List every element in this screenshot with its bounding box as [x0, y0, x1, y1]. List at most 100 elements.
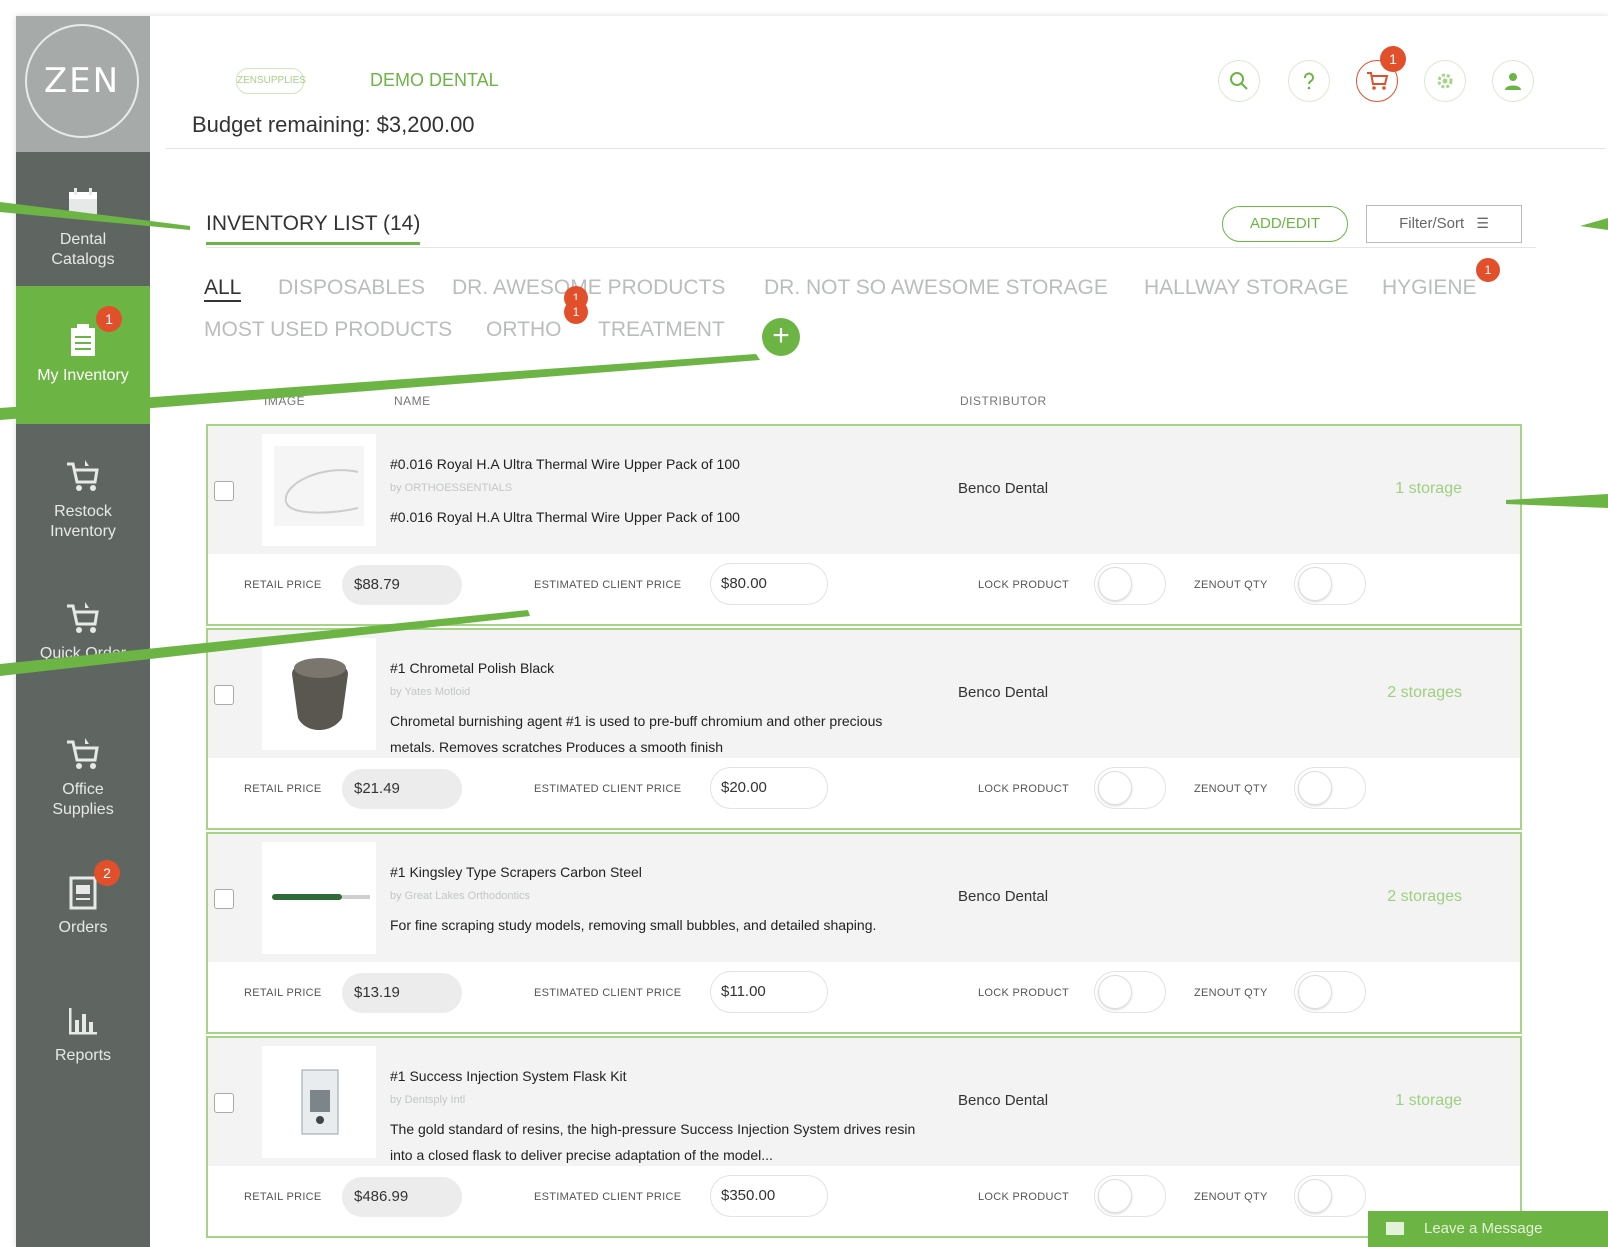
leave-message-label: Leave a Message [1424, 1220, 1543, 1237]
product-distributor: Benco Dental [958, 480, 1049, 497]
tab-all[interactable]: ALL [204, 276, 242, 302]
product-name[interactable]: #1 Chrometal Polish Black [390, 660, 554, 676]
sidebar-item-dental-catalogs[interactable]: Dental Catalogs [16, 184, 150, 270]
tab-hallway-storage[interactable]: HALLWAY STORAGE [1144, 276, 1348, 300]
sidebar-item-my-inventory[interactable]: My Inventory 1 [16, 286, 150, 424]
zenout-qty-toggle[interactable] [1294, 1175, 1366, 1217]
tab-disposables[interactable]: DISPOSABLES [278, 276, 425, 300]
toggle-knob [1098, 567, 1132, 601]
retail-price-value: $486.99 [342, 1177, 462, 1217]
zenout-qty-toggle[interactable] [1294, 971, 1366, 1013]
estimated-client-price-label: ESTIMATED CLIENT PRICE [534, 783, 682, 795]
practice-name[interactable]: DEMO DENTAL [370, 70, 499, 91]
cart-icon [67, 602, 99, 633]
help-icon[interactable] [1288, 60, 1330, 102]
sidebar-item-restock-inventory[interactable]: Restock Inventory [16, 456, 150, 542]
zenout-qty-label: ZENOUT QTY [1194, 783, 1268, 795]
tab-dr-not-so-awesome-storage[interactable]: DR. NOT SO AWESOME STORAGE [764, 276, 1108, 300]
zenout-qty-label: ZENOUT QTY [1194, 987, 1268, 999]
cart-count-badge: 1 [1380, 46, 1406, 72]
search-icon[interactable] [1218, 60, 1260, 102]
retail-price-label: RETAIL PRICE [244, 579, 322, 591]
bar-chart-icon [69, 1008, 97, 1035]
zenout-qty-label: ZENOUT QTY [1194, 1191, 1268, 1203]
lock-product-toggle[interactable] [1094, 971, 1166, 1013]
product-distributor: Benco Dental [958, 684, 1049, 701]
mail-icon [1386, 1222, 1404, 1235]
retail-price-value: $13.19 [342, 973, 462, 1013]
toggle-knob [1098, 771, 1132, 805]
tab-dr-awesome-products[interactable]: DR. AWESOME PRODUCTS [452, 276, 725, 300]
leave-message-button[interactable]: Leave a Message [1368, 1211, 1608, 1247]
lock-product-label: LOCK PRODUCT [978, 783, 1069, 795]
filter-sort-button[interactable]: Filter/Sort ☰ [1366, 205, 1522, 243]
user-icon[interactable] [1492, 60, 1534, 102]
sidebar-label: Supplies [52, 801, 114, 818]
column-header-distributor: DISTRIBUTOR [960, 394, 1047, 408]
client-price-input[interactable]: $20.00 [710, 767, 828, 809]
tab-badge: 1 [564, 300, 588, 324]
sidebar-item-office-supplies[interactable]: Office Supplies [16, 734, 150, 820]
product-description: #0.016 Royal H.A Ultra Thermal Wire Uppe… [390, 509, 740, 525]
row-checkbox[interactable] [214, 1093, 234, 1113]
lock-product-toggle[interactable] [1094, 767, 1166, 809]
logo-area[interactable]: ZEN [16, 16, 150, 152]
client-price-input[interactable]: $350.00 [710, 1175, 828, 1217]
toggle-knob [1098, 1179, 1132, 1213]
lock-product-label: LOCK PRODUCT [978, 987, 1069, 999]
tab-hygiene[interactable]: HYGIENE [1382, 276, 1477, 300]
product-row: #1 Kingsley Type Scrapers Carbon Steel b… [206, 832, 1522, 1034]
calendar-icon [69, 188, 97, 216]
retail-price-label: RETAIL PRICE [244, 1191, 322, 1203]
lock-product-label: LOCK PRODUCT [978, 579, 1069, 591]
client-price-input[interactable]: $80.00 [710, 563, 828, 605]
row-checkbox[interactable] [214, 685, 234, 705]
product-description: Chrometal burnishing agent #1 is used to… [390, 713, 883, 755]
storage-link[interactable]: 2 storages [1387, 888, 1462, 906]
product-image [262, 638, 376, 750]
client-price-input[interactable]: $11.00 [710, 971, 828, 1013]
product-row: #0.016 Royal H.A Ultra Thermal Wire Uppe… [206, 424, 1522, 626]
product-row: #1 Chrometal Polish Black by Yates Motlo… [206, 628, 1522, 830]
add-edit-button[interactable]: ADD/EDIT [1222, 206, 1348, 242]
budget-remaining: Budget remaining: $3,200.00 [192, 112, 475, 137]
product-manufacturer: by ORTHOESSENTIALS [390, 482, 513, 494]
product-row: #1 Success Injection System Flask Kit by… [206, 1036, 1522, 1238]
brand-logo: ZENSUPPLIES [236, 68, 306, 94]
estimated-client-price-label: ESTIMATED CLIENT PRICE [534, 579, 682, 591]
sidebar-label: Quick Order [39, 645, 127, 662]
column-header-name: NAME [394, 394, 431, 408]
lock-product-toggle[interactable] [1094, 563, 1166, 605]
zenout-qty-toggle[interactable] [1294, 563, 1366, 605]
product-description: The gold standard of resins, the high-pr… [390, 1121, 916, 1163]
zenout-qty-toggle[interactable] [1294, 767, 1366, 809]
tab-badge: 1 [1476, 258, 1500, 282]
storage-link[interactable]: 2 storages [1387, 684, 1462, 702]
add-category-button[interactable]: + [762, 318, 800, 356]
tab-treatment[interactable]: TREATMENT [598, 318, 725, 342]
sidebar-label: Orders [58, 919, 108, 936]
product-image [262, 1046, 376, 1158]
product-name[interactable]: #1 Success Injection System Flask Kit [390, 1068, 627, 1084]
product-name[interactable]: #1 Kingsley Type Scrapers Carbon Steel [390, 864, 642, 880]
column-header-image: IMAGE [264, 394, 306, 408]
storage-link[interactable]: 1 storage [1395, 480, 1462, 498]
product-distributor: Benco Dental [958, 1092, 1049, 1109]
settings-icon[interactable] [1424, 60, 1466, 102]
lock-product-label: LOCK PRODUCT [978, 1191, 1069, 1203]
tab-ortho[interactable]: ORTHO [486, 318, 561, 342]
sidebar-item-quick-order[interactable]: Quick Order [16, 598, 150, 664]
product-name[interactable]: #0.016 Royal H.A Ultra Thermal Wire Uppe… [390, 456, 740, 472]
row-checkbox[interactable] [214, 889, 234, 909]
filter-sort-label: Filter/Sort [1399, 215, 1465, 232]
notification-badge: 1 [96, 306, 122, 332]
storage-link[interactable]: 1 storage [1395, 1092, 1462, 1110]
sidebar-item-reports[interactable]: Reports [16, 1000, 150, 1066]
sidebar-label: Office [62, 781, 104, 798]
sidebar-label: My Inventory [37, 367, 129, 384]
tab-most-used-products[interactable]: MOST USED PRODUCTS [204, 318, 452, 342]
sidebar-item-orders[interactable]: Orders 2 [16, 860, 150, 938]
sliders-icon: ☰ [1476, 215, 1489, 231]
lock-product-toggle[interactable] [1094, 1175, 1166, 1217]
row-checkbox[interactable] [214, 481, 234, 501]
